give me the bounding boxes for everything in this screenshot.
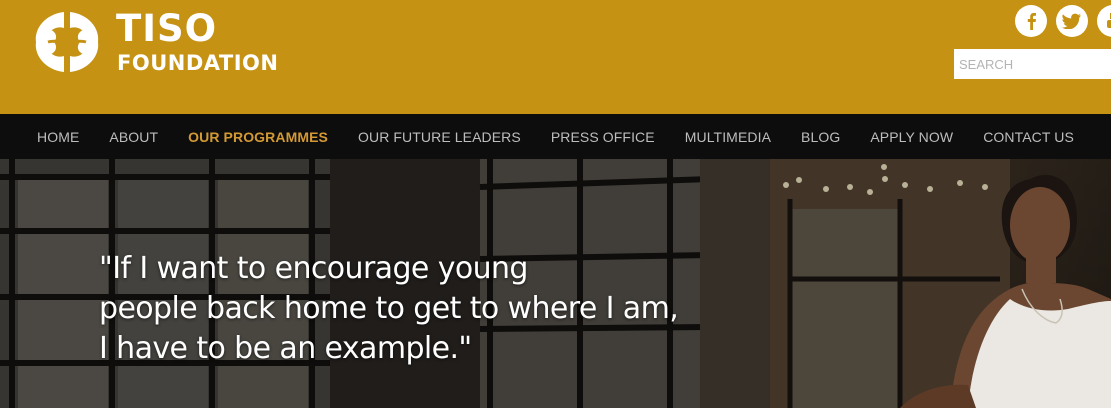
tiso-logo-mark-icon [35,12,99,72]
logo[interactable]: TISO FOUNDATION [30,6,280,78]
hero-quote: "If I want to encourage young people back… [99,249,739,369]
hero-quote-line-2: people back home to get to where I am, [99,291,679,326]
nav-item-our-programmes[interactable]: OUR PROGRAMMES [188,129,328,145]
nav-item-press-office[interactable]: PRESS OFFICE [551,129,655,145]
main-nav: HOME ABOUT OUR PROGRAMMES OUR FUTURE LEA… [0,114,1111,159]
nav-item-our-future-leaders[interactable]: OUR FUTURE LEADERS [358,129,521,145]
nav-item-multimedia[interactable]: MULTIMEDIA [685,129,771,145]
nav-item-blog[interactable]: BLOG [801,129,840,145]
search-input[interactable] [954,49,1111,79]
logo-title: TISO [116,7,218,50]
hero-quote-line-1: "If I want to encourage young [99,251,528,286]
youtube-icon[interactable] [1097,5,1111,37]
twitter-icon[interactable] [1056,5,1088,37]
nav-item-apply-now[interactable]: APPLY NOW [870,129,953,145]
nav-item-contact-us[interactable]: CONTACT US [983,129,1074,145]
nav-item-home[interactable]: HOME [37,129,79,145]
hero-banner: "If I want to encourage young people back… [0,159,1111,408]
nav-item-about[interactable]: ABOUT [109,129,158,145]
hero-quote-line-3: I have to be an example." [99,331,472,366]
site-header: TISO FOUNDATION [0,0,1111,114]
hero-portrait-image [900,174,1111,408]
logo-subtitle: FOUNDATION [117,51,279,75]
facebook-icon[interactable] [1015,5,1047,37]
